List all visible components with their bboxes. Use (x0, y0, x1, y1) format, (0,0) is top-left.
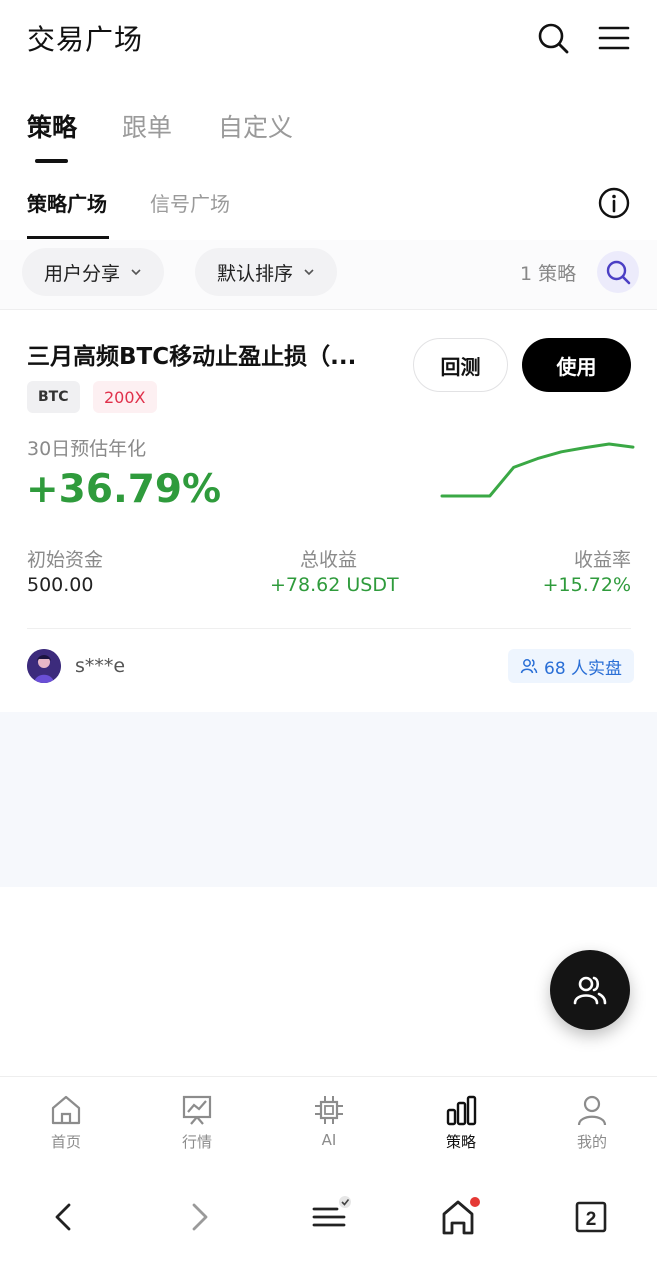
subtab-strategy-plaza[interactable]: 策略广场 (27, 188, 107, 217)
tabs-switcher-button[interactable]: 2 (569, 1195, 613, 1239)
back-button[interactable] (42, 1195, 86, 1239)
nav-ai-label: AI (321, 1131, 337, 1149)
menu-with-check-icon (312, 1196, 351, 1227)
apy-value: +36.79% (26, 467, 222, 512)
ai-chip-icon (315, 1096, 343, 1124)
community-fab-button[interactable] (550, 950, 630, 1030)
live-traders-badge[interactable]: 68 人实盘 (508, 649, 635, 683)
tabs-icon: 2 (575, 1201, 607, 1233)
tab-copy-trade[interactable]: 跟单 (122, 108, 172, 144)
sparkline-path (440, 442, 635, 498)
card-divider (27, 628, 631, 629)
nav-profile[interactable]: 我的 (552, 1093, 632, 1163)
tab-custom[interactable]: 自定义 (218, 108, 293, 144)
filter-bar: 用户分享 默认排序 1 策略 (0, 240, 657, 310)
nav-strategy[interactable]: 策略 (421, 1093, 501, 1163)
subtab-signal-plaza[interactable]: 信号广场 (150, 188, 230, 217)
people-icon (573, 976, 607, 1005)
market-chart-icon (182, 1095, 212, 1125)
apy-label: 30日预估年化 (27, 438, 147, 460)
strategy-bars-icon (446, 1095, 477, 1126)
sort-dropdown[interactable]: 默认排序 (195, 248, 338, 296)
active-subtab-indicator (27, 236, 109, 239)
search-icon[interactable] (535, 20, 571, 56)
users-icon (520, 659, 538, 674)
system-nav-bar: 2 (0, 1168, 657, 1280)
chevron-down-icon (131, 269, 141, 276)
menu-icon[interactable] (596, 20, 632, 56)
initial-capital-value: 500.00 (27, 574, 94, 596)
trading-plaza-page: 交易广场 策略 跟单 自定义 策略广场 信号广场 用户分享 默认排序 1 策略 … (0, 0, 657, 1280)
nav-ai[interactable]: AI (289, 1093, 369, 1163)
use-strategy-button[interactable]: 使用 (522, 338, 631, 392)
return-rate-label: 收益率 (573, 549, 631, 571)
return-rate-value: +15.72% (542, 574, 631, 596)
chevron-left-icon (55, 1203, 71, 1231)
profile-icon (577, 1095, 607, 1126)
nav-home-label: 首页 (50, 1133, 81, 1151)
backtest-button[interactable]: 回测 (413, 338, 508, 392)
browser-menu-button[interactable] (307, 1195, 351, 1239)
search-icon (606, 260, 631, 285)
nav-home[interactable]: 首页 (26, 1093, 106, 1163)
home-notification-icon (442, 1197, 480, 1235)
tabs-count: 2 (586, 1209, 597, 1230)
browser-home-button[interactable] (438, 1195, 482, 1239)
coin-tag: BTC (27, 381, 80, 413)
nav-strategy-label: 策略 (445, 1133, 476, 1151)
author-name[interactable]: s***e (75, 655, 125, 677)
home-icon (51, 1095, 81, 1125)
forward-button[interactable] (177, 1195, 221, 1239)
active-tab-indicator (35, 159, 68, 163)
info-icon[interactable] (597, 186, 631, 220)
header: 交易广场 (0, 0, 657, 80)
chevron-down-icon (304, 269, 314, 276)
category-filter-dropdown[interactable]: 用户分享 (22, 248, 165, 296)
total-profit-label: 总收益 (300, 549, 358, 571)
chevron-right-icon (192, 1203, 208, 1231)
leverage-tag: 200X (93, 381, 157, 413)
avatar[interactable] (27, 649, 61, 683)
user-avatar-icon (27, 649, 61, 683)
sort-label: 默认排序 (217, 262, 294, 285)
performance-sparkline (440, 442, 635, 498)
tab-strategy[interactable]: 策略 (27, 108, 77, 144)
total-profit-value: +78.62 USDT (270, 574, 399, 596)
strategy-title: 三月高频BTC移动止盈止损（... (27, 344, 357, 370)
filter-search-button[interactable] (597, 251, 639, 293)
nav-market[interactable]: 行情 (157, 1093, 237, 1163)
category-filter-label: 用户分享 (44, 262, 121, 285)
strategy-card[interactable]: 三月高频BTC移动止盈止损（... BTC 200X 回测 使用 30日预估年化… (0, 311, 657, 711)
empty-list-area (0, 712, 657, 887)
strategy-count: 1 策略 (520, 263, 577, 285)
live-traders-count: 68 人实盘 (544, 658, 623, 679)
nav-profile-label: 我的 (576, 1133, 607, 1151)
initial-capital-label: 初始资金 (27, 549, 104, 571)
bottom-nav: 首页 行情 AI 策略 我的 (0, 1076, 657, 1168)
sub-tabs: 策略广场 信号广场 (0, 180, 657, 242)
nav-market-label: 行情 (181, 1133, 212, 1151)
page-title: 交易广场 (27, 23, 144, 56)
